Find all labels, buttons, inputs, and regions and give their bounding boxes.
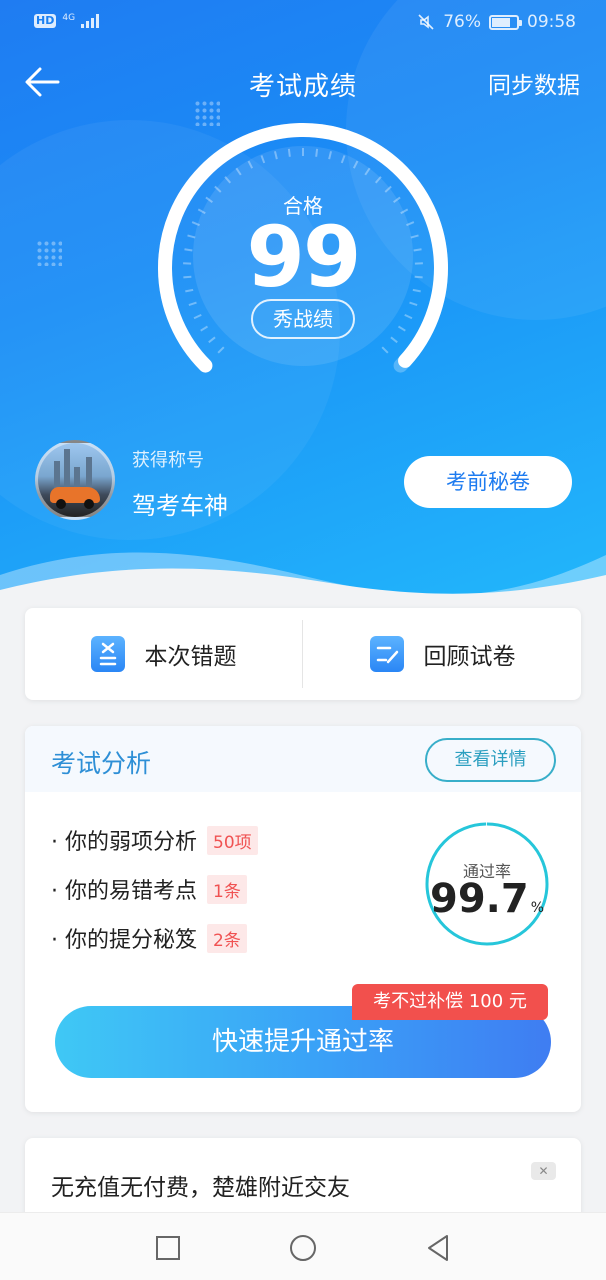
gauge-tick (274, 151, 278, 160)
wrong-questions-icon (90, 636, 125, 672)
battery-percent: 76% (443, 12, 481, 32)
badge-name: 驾考车神 (132, 492, 228, 520)
gauge-tick (193, 313, 202, 320)
clock: 09:58 (527, 12, 576, 32)
avatar (35, 440, 115, 520)
hd-indicator: HD (34, 14, 57, 28)
circle-icon (290, 1235, 316, 1261)
count-badge: 50项 (207, 825, 258, 855)
quick-actions-card: 本次错题 回顾试卷 (25, 608, 581, 700)
exam-analysis-card: 考试分析 查看详情 · 你的弱项分析 50项 · 你的易错考点 1条 · 你的提… (25, 726, 581, 1112)
review-paper-button[interactable]: 回顾试卷 (304, 608, 581, 700)
compensation-badge: 考不过补偿 100 元 (352, 984, 548, 1020)
review-paper-label: 回顾试卷 (423, 644, 516, 670)
score-tips-item[interactable]: · 你的提分秘笈 2条 (51, 922, 247, 954)
list-item-label: · 你的易错考点 (51, 879, 197, 904)
gauge-tick (364, 167, 371, 176)
view-details-button[interactable]: 查看详情 (425, 738, 556, 782)
gauge-tick (200, 325, 209, 332)
signal-icon (81, 14, 100, 28)
gauge-tick (390, 336, 398, 344)
square-icon (156, 1236, 180, 1260)
gauge-tick (315, 148, 319, 157)
recent-apps-button[interactable] (151, 1231, 185, 1265)
gauge-tick (247, 160, 254, 169)
system-nav-bar (0, 1212, 606, 1280)
list-item-label: · 你的弱项分析 (51, 830, 197, 855)
gauge-tick (260, 155, 266, 164)
pass-rate-value: 99.7% (423, 876, 551, 922)
home-button[interactable] (286, 1231, 320, 1265)
mute-icon (418, 14, 434, 30)
gauge-tick (352, 160, 359, 169)
pass-rate-number: 99.7 (429, 876, 529, 922)
gauge-tick (374, 176, 382, 184)
gauge-tick (397, 325, 406, 332)
gauge-tick (287, 148, 291, 157)
triangle-back-icon (428, 1235, 448, 1261)
review-paper-icon (369, 636, 404, 672)
list-item-label: · 你的提分秘笈 (51, 928, 197, 953)
status-bar: HD 4G 76% 09:58 (0, 0, 606, 46)
gauge-tick (235, 167, 242, 176)
ad-text: 无充值无付费，楚雄附近交友 (51, 1175, 350, 1201)
network-type: 4G (62, 12, 76, 23)
weakness-analysis-item[interactable]: · 你的弱项分析 50项 (51, 824, 258, 856)
count-badge: 2条 (207, 923, 247, 953)
close-icon[interactable]: ✕ (531, 1162, 556, 1180)
gauge-tick (217, 346, 225, 354)
gauge-tick (340, 155, 346, 164)
count-badge: 1条 (207, 874, 247, 904)
pre-exam-secret-button[interactable]: 考前秘卷 (404, 456, 572, 508)
error-prone-item[interactable]: · 你的易错考点 1条 (51, 873, 247, 905)
analysis-title: 考试分析 (51, 749, 152, 778)
score-value: 99 (246, 208, 362, 306)
wrong-questions-button[interactable]: 本次错题 (25, 608, 302, 700)
battery-icon (489, 14, 522, 30)
gauge-tick (208, 336, 216, 344)
gauge-tick (381, 346, 389, 354)
gauge-tick (328, 151, 332, 160)
divider (302, 620, 303, 688)
back-nav-button[interactable] (421, 1231, 455, 1265)
gauge-tick (404, 313, 413, 320)
share-score-button[interactable]: 秀战绩 (251, 299, 355, 339)
wave-divider (0, 552, 606, 615)
gauge-tick (224, 176, 232, 184)
pass-rate-unit: % (530, 900, 544, 916)
sync-data-button[interactable]: 同步数据 (488, 66, 580, 100)
badge-label: 获得称号 (132, 450, 204, 471)
wrong-questions-label: 本次错题 (144, 644, 237, 670)
